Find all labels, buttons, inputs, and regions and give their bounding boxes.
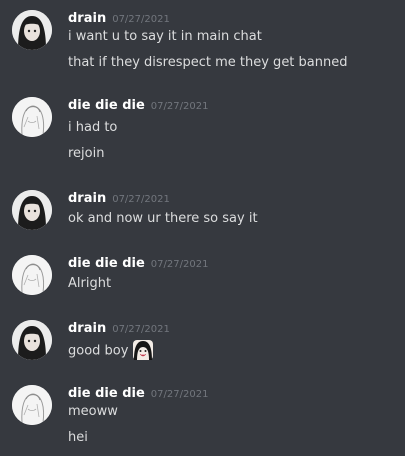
avatar[interactable] [12, 97, 52, 137]
timestamp: 07/27/2021 [150, 101, 209, 112]
message-text: meoww [68, 404, 118, 419]
username[interactable]: die die die [68, 98, 145, 113]
message-text-line: good boy [68, 340, 154, 362]
sketch-girl-icon [12, 97, 52, 137]
dark-haired-girl-icon [12, 10, 52, 50]
timestamp: 07/27/2021 [112, 194, 170, 205]
message-text: ok and now ur there so say it [68, 211, 258, 226]
dark-haired-girl-icon [12, 190, 52, 230]
message-header: drain 07/27/2021 [68, 188, 170, 206]
avatar[interactable] [12, 190, 52, 230]
smiling-girl-emoji-icon[interactable] [132, 339, 154, 361]
username[interactable]: drain [68, 191, 106, 206]
sketch-girl-icon [12, 385, 52, 425]
avatar[interactable] [12, 10, 52, 50]
message-header: die die die 07/27/2021 [68, 95, 208, 113]
username[interactable]: die die die [68, 386, 145, 401]
message-text: that if they disrespect me they get bann… [68, 55, 348, 70]
dark-haired-girl-icon [12, 320, 52, 360]
timestamp: 07/27/2021 [112, 324, 170, 335]
message-header: drain 07/27/2021 [68, 318, 170, 336]
username[interactable]: die die die [68, 256, 145, 271]
avatar[interactable] [12, 385, 52, 425]
message-text: hei [68, 430, 88, 445]
message-text: i want u to say it in main chat [68, 29, 262, 44]
message-header: drain 07/27/2021 [68, 8, 170, 26]
message-text: i had to [68, 120, 118, 135]
username[interactable]: drain [68, 11, 106, 26]
timestamp: 07/27/2021 [150, 389, 209, 400]
message-text: Alright [68, 276, 112, 291]
avatar[interactable] [12, 320, 52, 360]
timestamp: 07/27/2021 [150, 259, 209, 270]
timestamp: 07/27/2021 [112, 14, 170, 25]
chat-message-list: drain 07/27/2021 i want u to say it in ma… [0, 0, 405, 456]
sketch-girl-icon [12, 255, 52, 295]
message-text: good boy [68, 343, 129, 359]
message-text: rejoin [68, 146, 105, 161]
message-header: die die die 07/27/2021 [68, 253, 208, 271]
username[interactable]: drain [68, 321, 106, 336]
avatar[interactable] [12, 255, 52, 295]
message-header: die die die 07/27/2021 [68, 383, 208, 401]
